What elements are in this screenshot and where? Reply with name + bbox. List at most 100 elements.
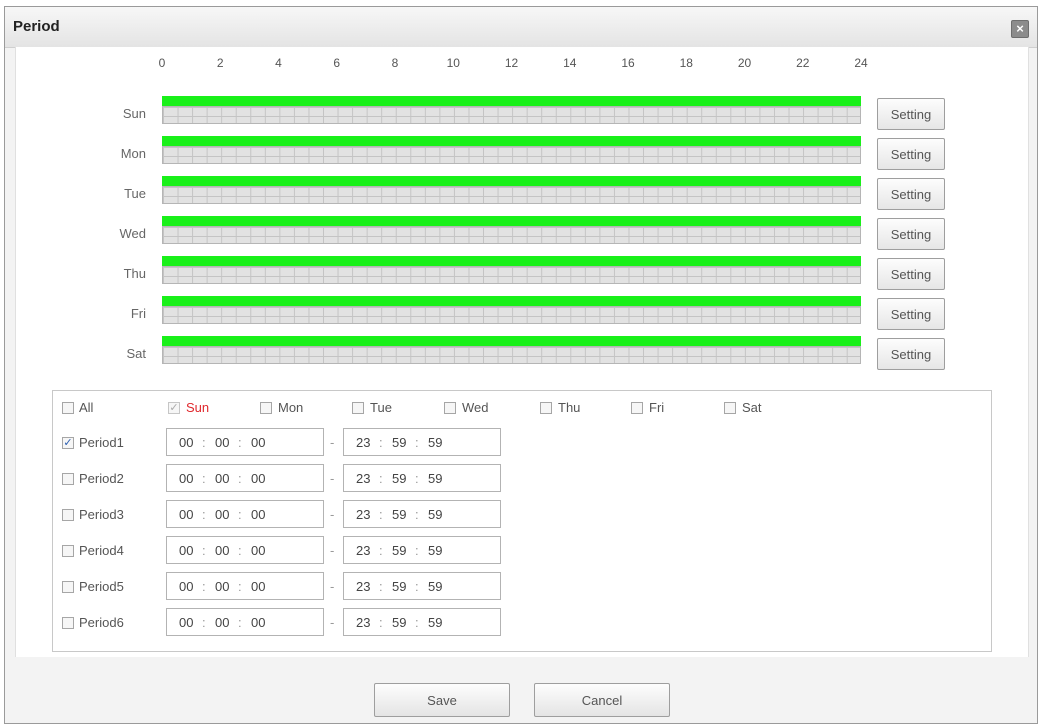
time-field[interactable]: 59 [392, 435, 406, 450]
time-field[interactable]: 00 [215, 507, 229, 522]
setting-button[interactable]: Setting [877, 178, 945, 210]
close-icon[interactable]: × [1011, 20, 1029, 38]
setting-button[interactable]: Setting [877, 98, 945, 130]
day-timeline[interactable] [162, 96, 861, 124]
day-checkbox-mon[interactable] [260, 402, 272, 414]
day-checkbox-thu[interactable] [540, 402, 552, 414]
period-checkbox[interactable] [62, 545, 74, 557]
day-timeline[interactable] [162, 256, 861, 284]
time-field[interactable]: 23 [356, 615, 370, 630]
day-timeline[interactable] [162, 336, 861, 364]
time-field[interactable]: 23 [356, 435, 370, 450]
time-field[interactable]: 59 [428, 543, 442, 558]
period-checkbox[interactable] [62, 473, 74, 485]
time-field[interactable]: 23 [356, 579, 370, 594]
time-field[interactable]: 00 [179, 471, 193, 486]
time-field[interactable]: 00 [179, 543, 193, 558]
time-field[interactable]: 59 [392, 615, 406, 630]
time-field[interactable]: 00 [251, 615, 265, 630]
day-checkbox-sat[interactable] [724, 402, 736, 414]
time-field[interactable]: 00 [215, 435, 229, 450]
all-days-checkbox[interactable] [62, 402, 74, 414]
time-field[interactable]: 59 [428, 471, 442, 486]
timeline-grid [162, 186, 861, 204]
day-timeline[interactable] [162, 136, 861, 164]
hour-tick-label: 16 [621, 56, 635, 70]
time-field[interactable]: 00 [251, 579, 265, 594]
day-checkbox-label: Sat [742, 400, 762, 415]
setting-button[interactable]: Setting [877, 338, 945, 370]
cancel-button[interactable]: Cancel [534, 683, 670, 717]
period-checkbox[interactable] [62, 617, 74, 629]
active-period-bar [162, 176, 861, 186]
time-separator: : [202, 435, 206, 450]
setting-button[interactable]: Setting [877, 138, 945, 170]
time-field[interactable]: 00 [215, 615, 229, 630]
day-checkbox-fri[interactable] [631, 402, 643, 414]
end-time-input[interactable]: 23:59:59 [343, 572, 501, 600]
day-timeline[interactable] [162, 216, 861, 244]
time-field[interactable]: 00 [251, 543, 265, 558]
period-checkbox[interactable] [62, 581, 74, 593]
setting-button[interactable]: Setting [877, 298, 945, 330]
range-separator: - [330, 579, 335, 594]
time-separator: : [238, 615, 242, 630]
end-time-input[interactable]: 23:59:59 [343, 428, 501, 456]
time-field[interactable]: 23 [356, 543, 370, 558]
day-label: Fri [130, 306, 146, 321]
time-field[interactable]: 59 [392, 543, 406, 558]
start-time-input[interactable]: 00:00:00 [166, 464, 324, 492]
time-field[interactable]: 59 [428, 615, 442, 630]
time-field[interactable]: 00 [215, 579, 229, 594]
period-checkbox[interactable] [62, 509, 74, 521]
period-label: Period3 [79, 507, 124, 522]
time-field[interactable]: 00 [215, 471, 229, 486]
time-field[interactable]: 00 [179, 507, 193, 522]
time-field[interactable]: 00 [251, 471, 265, 486]
time-field[interactable]: 59 [428, 507, 442, 522]
time-field[interactable]: 00 [251, 435, 265, 450]
setting-button[interactable]: Setting [877, 218, 945, 250]
hour-tick-label: 14 [563, 56, 577, 70]
period-label: Period2 [79, 471, 124, 486]
time-field[interactable]: 59 [428, 435, 442, 450]
time-field[interactable]: 00 [215, 543, 229, 558]
day-timeline[interactable] [162, 176, 861, 204]
day-checkbox-label: Sun [186, 400, 210, 415]
hour-tick-label: 20 [737, 56, 752, 70]
end-time-input[interactable]: 23:59:59 [343, 608, 501, 636]
time-field[interactable]: 23 [356, 507, 370, 522]
time-field[interactable]: 00 [251, 507, 265, 522]
setting-button[interactable]: Setting [877, 258, 945, 290]
hour-tick-label: 2 [216, 56, 224, 70]
time-separator: : [379, 579, 383, 594]
start-time-input[interactable]: 00:00:00 [166, 572, 324, 600]
time-field[interactable]: 59 [392, 471, 406, 486]
time-field[interactable]: 59 [392, 579, 406, 594]
time-separator: : [238, 435, 242, 450]
day-checkbox-tue[interactable] [352, 402, 364, 414]
save-button[interactable]: Save [374, 683, 510, 717]
time-separator: : [415, 579, 419, 594]
hour-tick-label: 12 [504, 56, 519, 70]
day-timeline[interactable] [162, 296, 861, 324]
period-checkbox[interactable]: ✓ [62, 437, 74, 449]
time-field[interactable]: 23 [356, 471, 370, 486]
end-time-input[interactable]: 23:59:59 [343, 464, 501, 492]
day-label: Sat [126, 346, 146, 361]
time-field[interactable]: 00 [179, 615, 193, 630]
start-time-input[interactable]: 00:00:00 [166, 608, 324, 636]
start-time-input[interactable]: 00:00:00 [166, 500, 324, 528]
end-time-input[interactable]: 23:59:59 [343, 536, 501, 564]
start-time-input[interactable]: 00:00:00 [166, 428, 324, 456]
day-checkbox-wed[interactable] [444, 402, 456, 414]
time-field[interactable]: 59 [428, 579, 442, 594]
time-field[interactable]: 00 [179, 435, 193, 450]
hour-tick-label: 8 [391, 56, 399, 70]
time-field[interactable]: 00 [179, 579, 193, 594]
start-time-input[interactable]: 00:00:00 [166, 536, 324, 564]
day-checkbox-label: Tue [370, 400, 392, 415]
hour-tick-label: 6 [333, 56, 341, 70]
time-field[interactable]: 59 [392, 507, 406, 522]
end-time-input[interactable]: 23:59:59 [343, 500, 501, 528]
